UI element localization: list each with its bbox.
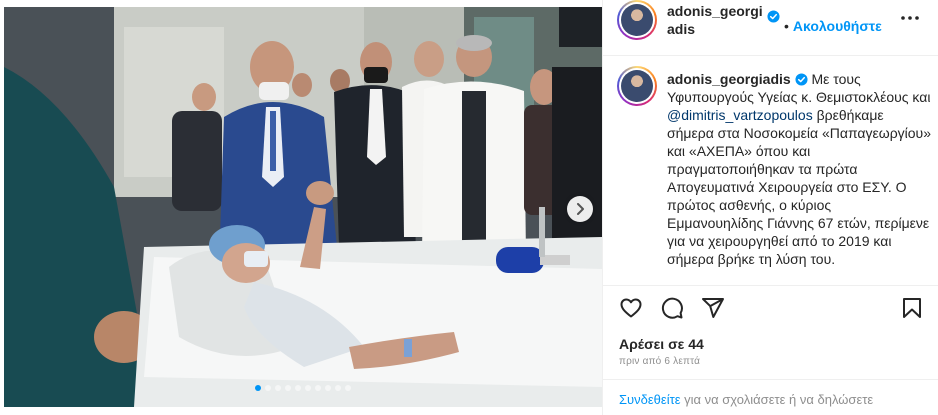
header-username-text[interactable]: adonis_georgiadis xyxy=(667,3,763,37)
carousel-dot xyxy=(275,385,281,391)
comment-icon[interactable] xyxy=(660,296,684,320)
post-side-panel: adonis_georgiadis • Ακολουθήστε adonis_ge… xyxy=(602,0,938,415)
header-separator: • xyxy=(784,18,789,34)
login-link[interactable]: Συνδεθείτε xyxy=(619,392,681,407)
carousel-dot xyxy=(295,385,301,391)
chevron-right-icon xyxy=(577,203,584,215)
follow-button[interactable]: Ακολουθήστε xyxy=(793,18,882,34)
post-caption: adonis_georgiadis Με τους Υφυπουργούς Υγ… xyxy=(667,70,931,268)
carousel-dots xyxy=(4,385,602,391)
profile-avatar[interactable] xyxy=(617,0,657,40)
bookmark-icon[interactable] xyxy=(900,296,924,320)
action-bar xyxy=(603,285,938,331)
login-prompt: Συνδεθείτε για να σχολιάσετε ή να δηλώσε… xyxy=(603,379,938,415)
share-icon[interactable] xyxy=(701,296,725,320)
post-timestamp[interactable]: πριν από 6 λεπτά xyxy=(619,356,700,367)
caption-avatar[interactable] xyxy=(617,66,657,106)
heart-icon[interactable] xyxy=(619,296,643,320)
post-media[interactable] xyxy=(4,7,602,407)
caption-username[interactable]: adonis_georgiadis xyxy=(667,71,791,87)
post-photo xyxy=(4,7,602,407)
carousel-dot xyxy=(315,385,321,391)
carousel-dot xyxy=(325,385,331,391)
verified-badge-icon xyxy=(767,10,780,23)
likes-count[interactable]: Αρέσει σε 44 xyxy=(619,336,704,352)
carousel-dot xyxy=(255,385,261,391)
caption-text: βρεθήκαμε σήμερα στα Νοσοκομεία «Παπαγεω… xyxy=(667,107,931,267)
more-options-icon[interactable] xyxy=(898,10,922,26)
next-slide-button[interactable] xyxy=(567,196,593,222)
caption-mention-link[interactable]: @dimitris_vartzopoulos xyxy=(667,107,813,123)
carousel-dot xyxy=(305,385,311,391)
header-username[interactable]: adonis_georgiadis xyxy=(667,2,767,38)
carousel-dot xyxy=(285,385,291,391)
verified-badge-icon xyxy=(795,73,808,86)
carousel-dot xyxy=(265,385,271,391)
carousel-dot xyxy=(345,385,351,391)
instagram-post: adonis_georgiadis • Ακολουθήστε adonis_ge… xyxy=(0,0,938,415)
carousel-dot xyxy=(335,385,341,391)
login-prompt-text: για να σχολιάσετε ή να δηλώσετε xyxy=(680,392,874,407)
post-header: adonis_georgiadis • Ακολουθήστε xyxy=(603,0,938,56)
follow-area: • Ακολουθήστε xyxy=(784,18,882,34)
caption-area[interactable]: adonis_georgiadis Με τους Υφυπουργούς Υγ… xyxy=(603,57,938,285)
